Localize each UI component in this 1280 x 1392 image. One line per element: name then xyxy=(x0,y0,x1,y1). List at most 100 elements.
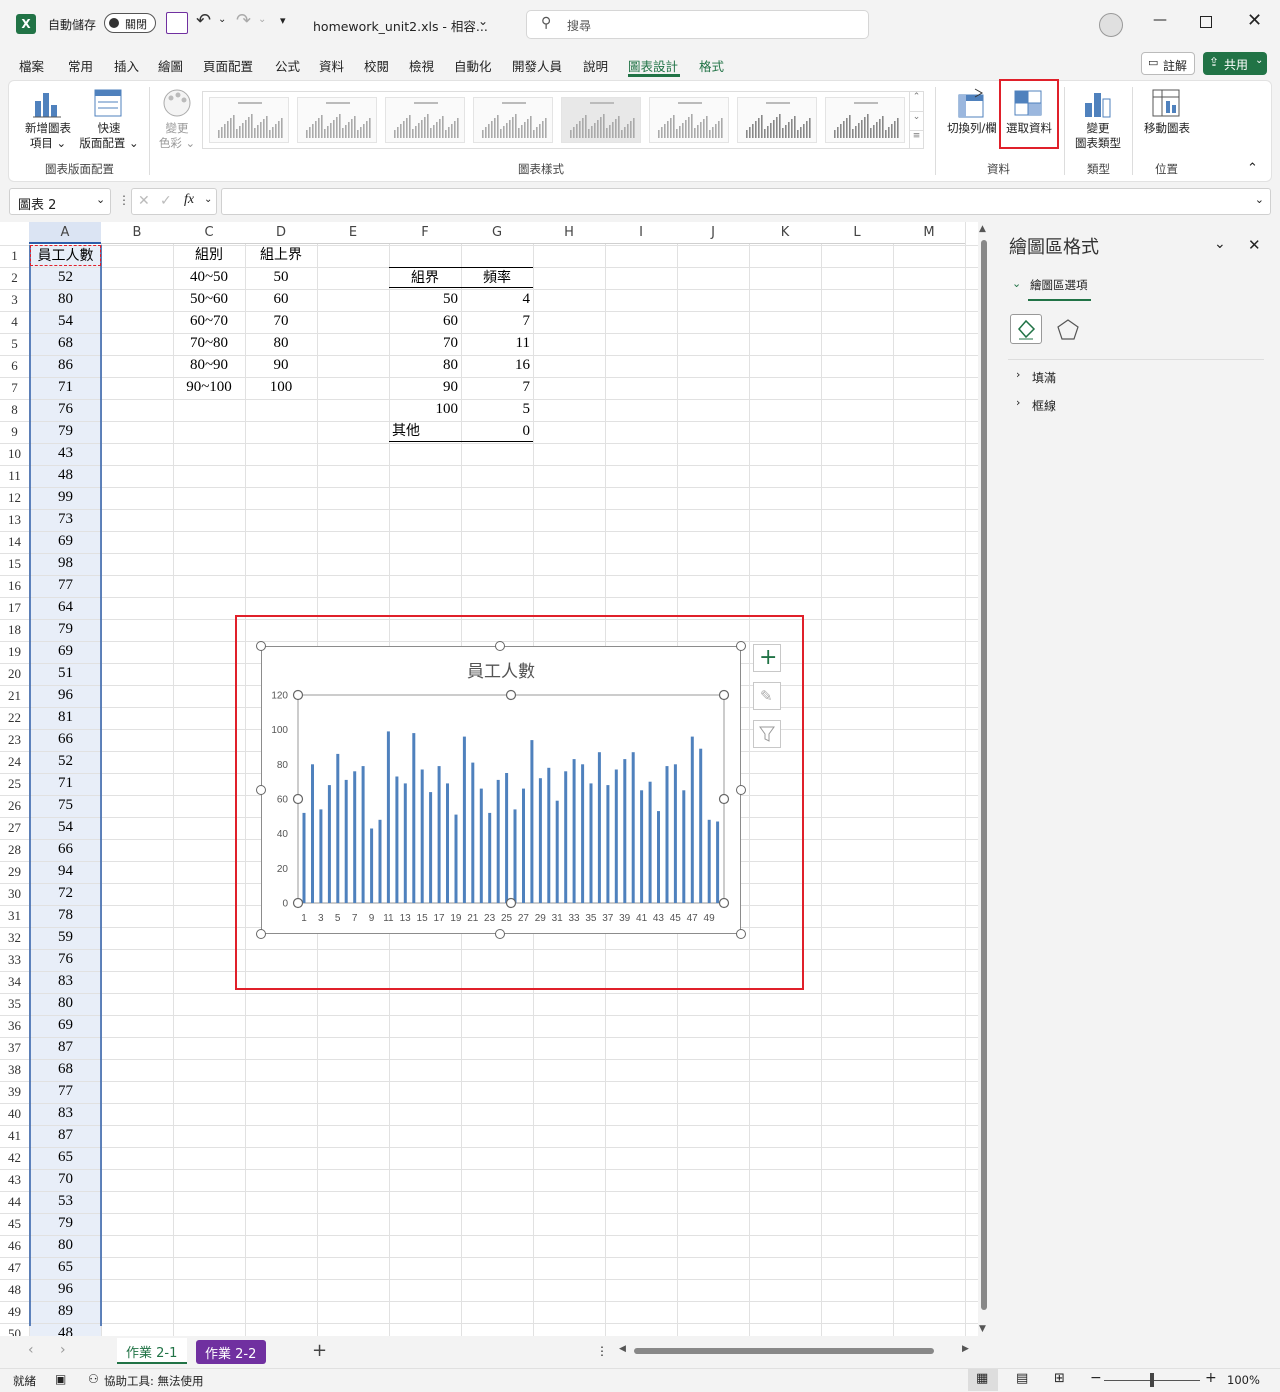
chart-bar[interactable] xyxy=(530,740,534,903)
column-header-F[interactable]: F xyxy=(389,222,461,244)
chart-bar[interactable] xyxy=(496,779,500,903)
plot-resize-handle[interactable] xyxy=(505,897,517,909)
row-header[interactable]: 24 xyxy=(0,751,29,772)
plot-resize-handle[interactable] xyxy=(718,793,730,805)
cell-employees[interactable]: 83 xyxy=(30,971,101,992)
normal-view-icon[interactable]: ▦ xyxy=(968,1369,998,1391)
column-header-L[interactable]: L xyxy=(821,222,893,244)
freq-bin-cell[interactable]: 80 xyxy=(389,355,461,376)
select-data-button[interactable]: 選取資料 xyxy=(999,79,1059,149)
row-header[interactable]: 45 xyxy=(0,1213,29,1234)
menu-chart-design[interactable]: 圖表設計 xyxy=(628,56,678,75)
worksheet-grid[interactable]: ABCDEFGHIJKLM 1 2 3 4 5 6 7 8 9 10 11 12 13 14 15 16 17 1… xyxy=(0,222,978,1336)
expand-formula-icon[interactable]: ⌄ xyxy=(1255,193,1264,206)
chart-bar[interactable] xyxy=(682,790,686,903)
cell-employees[interactable]: 69 xyxy=(30,531,101,552)
cell-employees[interactable]: 48 xyxy=(30,1323,101,1336)
effects-tab[interactable] xyxy=(1054,316,1082,344)
chart-bar[interactable] xyxy=(446,783,449,903)
chart-bar[interactable] xyxy=(538,778,542,903)
horizontal-scroll-thumb[interactable] xyxy=(634,1348,934,1354)
fill-expand-icon[interactable]: › xyxy=(1016,368,1020,381)
menu-review[interactable]: 校閱 xyxy=(364,56,389,75)
menu-insert[interactable]: 插入 xyxy=(114,56,139,75)
row-header[interactable]: 48 xyxy=(0,1279,29,1300)
row-header[interactable]: 21 xyxy=(0,685,29,706)
row-header[interactable]: 47 xyxy=(0,1257,29,1278)
cell-employees[interactable]: 69 xyxy=(30,641,101,662)
cell-employees[interactable]: 64 xyxy=(30,597,101,618)
scroll-up-arrow-icon[interactable]: ▲ xyxy=(979,224,986,234)
plot-area-options-tab[interactable]: 繪圖區選項 xyxy=(1030,277,1088,293)
column-header-B[interactable]: B xyxy=(101,222,173,244)
row-header[interactable]: 40 xyxy=(0,1103,29,1124)
column-header-D[interactable]: D xyxy=(245,222,317,244)
header-cell-employees[interactable]: 員工人數 xyxy=(30,245,101,266)
chart-bar[interactable] xyxy=(690,736,694,903)
cell-employees[interactable]: 54 xyxy=(30,817,101,838)
chart-bar[interactable] xyxy=(597,752,601,903)
page-layout-view-icon[interactable]: ▤ xyxy=(1016,1371,1028,1386)
section-chevron-icon[interactable]: ⌄ xyxy=(1012,277,1021,290)
share-button[interactable]: ⇪ 共用 ⌄ xyxy=(1203,52,1267,75)
row-header[interactable]: 1 xyxy=(0,245,29,266)
row-header[interactable]: 2 xyxy=(0,267,29,288)
cell-upper[interactable]: 80 xyxy=(245,333,317,354)
cell-employees[interactable]: 59 xyxy=(30,927,101,948)
row-header[interactable]: 36 xyxy=(0,1015,29,1036)
row-header[interactable]: 12 xyxy=(0,487,29,508)
chart-bar[interactable] xyxy=(429,792,433,903)
chart-object[interactable]: 員工人數 0 20 40 60 80 100 120 1 3 5 7 9 11 13 15 17 19 21 23 2… xyxy=(261,646,741,934)
chart-resize-handle[interactable] xyxy=(736,641,746,651)
chart-resize-handle[interactable] xyxy=(495,929,505,939)
insert-function-icon[interactable]: fx xyxy=(184,192,194,208)
freq-count-cell[interactable]: 5 xyxy=(461,399,533,420)
cell-employees[interactable]: 53 xyxy=(30,1191,101,1212)
column-header-A[interactable]: A xyxy=(29,222,101,244)
freq-bin-cell[interactable]: 100 xyxy=(389,399,461,420)
chart-style-thumbnail[interactable] xyxy=(737,97,817,143)
zoom-in-icon[interactable]: + xyxy=(1205,1370,1217,1386)
menu-help[interactable]: 說明 xyxy=(583,56,608,75)
formula-input[interactable]: ⌄ xyxy=(221,188,1271,215)
chart-plot[interactable]: 0204060801001201 3 5 7 9 11 13 15 17 19 21 23 25 27 29… xyxy=(262,647,740,933)
row-header[interactable]: 37 xyxy=(0,1037,29,1058)
collapse-ribbon-icon[interactable]: ⌃ xyxy=(1247,161,1258,176)
cell-employees[interactable]: 71 xyxy=(30,773,101,794)
chart-bar[interactable] xyxy=(555,800,559,903)
chart-style-thumbnail[interactable] xyxy=(385,97,465,143)
freq-count-cell[interactable]: 7 xyxy=(461,311,533,332)
row-header[interactable]: 18 xyxy=(0,619,29,640)
chart-bar[interactable] xyxy=(657,811,660,903)
undo-icon[interactable]: ↶ xyxy=(196,10,211,31)
menu-data[interactable]: 資料 xyxy=(319,56,344,75)
cell-group[interactable]: 90~100 xyxy=(173,377,245,398)
change-chart-type-button[interactable]: 變更 圖表類型 xyxy=(1069,85,1127,151)
cell-employees[interactable]: 77 xyxy=(30,1081,101,1102)
cell-employees[interactable]: 79 xyxy=(30,1213,101,1234)
row-header[interactable]: 30 xyxy=(0,883,29,904)
pane-options-chevron-icon[interactable]: ⌄ xyxy=(1214,236,1226,252)
chart-bar[interactable] xyxy=(488,812,492,903)
border-expand-icon[interactable]: › xyxy=(1016,396,1020,409)
row-header[interactable]: 5 xyxy=(0,333,29,354)
chart-resize-handle[interactable] xyxy=(736,929,746,939)
cell-employees[interactable]: 52 xyxy=(30,751,101,772)
search-box[interactable]: ⚲ 搜尋 xyxy=(526,10,869,39)
chart-bar[interactable] xyxy=(353,771,357,903)
cell-employees[interactable]: 76 xyxy=(30,399,101,420)
chart-filters-button[interactable] xyxy=(753,720,781,748)
gallery-scroll-up-icon[interactable]: ⌃ xyxy=(909,92,923,111)
row-header[interactable]: 11 xyxy=(0,465,29,486)
chart-bar[interactable] xyxy=(631,752,635,903)
freq-bin-cell[interactable]: 60 xyxy=(389,311,461,332)
row-header[interactable]: 13 xyxy=(0,509,29,530)
filename-chevron-icon[interactable]: ⌄ xyxy=(478,14,488,28)
redo-icon[interactable]: ↷ xyxy=(236,10,251,31)
chart-bar[interactable] xyxy=(623,759,627,903)
customize-qat-icon[interactable]: ▾ xyxy=(280,14,286,27)
cell-employees[interactable]: 69 xyxy=(30,1015,101,1036)
gallery-scroll-down-icon[interactable]: ⌄ xyxy=(909,111,923,130)
row-header[interactable]: 3 xyxy=(0,289,29,310)
freq-bin-cell[interactable]: 其他 xyxy=(389,421,461,442)
